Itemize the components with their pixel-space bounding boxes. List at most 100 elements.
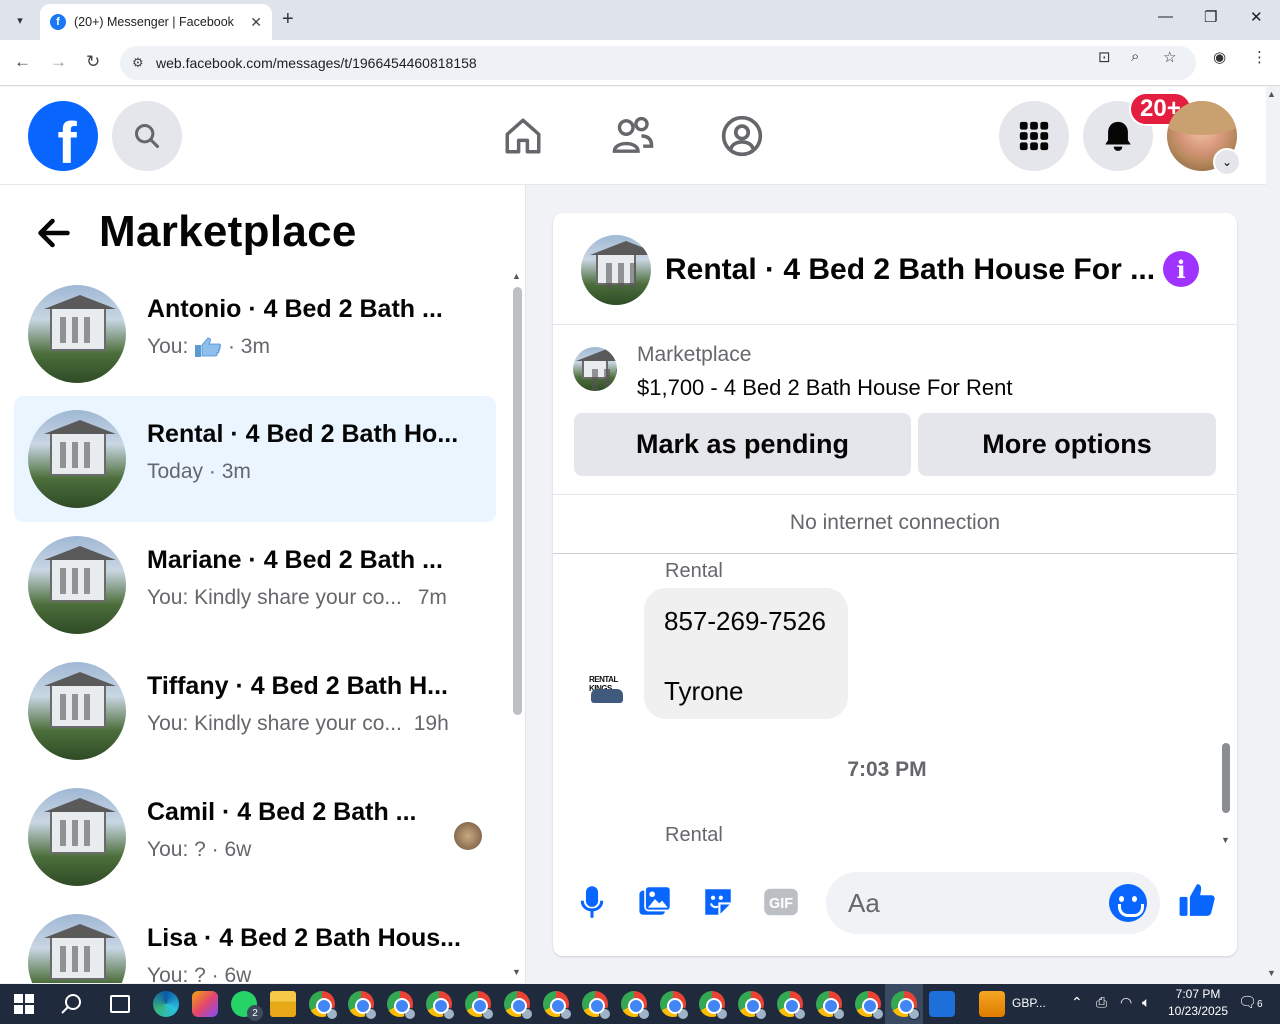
- conversation-item[interactable]: Camil · 4 Bed 2 Bath ... You: ? · 6w: [14, 774, 496, 900]
- back-icon[interactable]: ←: [14, 52, 31, 72]
- chrome-icon[interactable]: [699, 991, 728, 1020]
- chrome-icon-active[interactable]: [891, 991, 920, 1020]
- conversation-item[interactable]: Lisa · 4 Bed 2 Bath Hous... You: ? · 6w: [14, 900, 496, 983]
- media-player-icon[interactable]: [929, 991, 955, 1017]
- friends-icon[interactable]: [609, 112, 657, 160]
- clock-date: 10/23/2025: [1167, 1004, 1229, 1018]
- info-icon[interactable]: i: [1163, 251, 1199, 287]
- list-scroll-up-icon[interactable]: ▲: [512, 271, 521, 281]
- install-app-icon[interactable]: ⊡: [1098, 48, 1111, 66]
- divider: [553, 494, 1237, 495]
- edge-icon[interactable]: [153, 991, 179, 1017]
- chrome-icon[interactable]: [426, 991, 455, 1020]
- site-info-icon[interactable]: ⚙: [132, 55, 144, 71]
- mark-as-pending-button[interactable]: Mark as pending: [574, 413, 911, 476]
- facebook-header: f 20+ ⌄: [0, 87, 1266, 185]
- task-view-icon[interactable]: [110, 995, 130, 1013]
- listing-thumbnail: [28, 662, 126, 760]
- message-bubble[interactable]: 857-269-7526 Tyrone: [644, 588, 848, 719]
- conversation-preview: You: ? · 6w: [147, 964, 251, 983]
- copilot-icon[interactable]: [192, 991, 218, 1017]
- home-icon[interactable]: [499, 112, 547, 160]
- conversation-item[interactable]: Tiffany · 4 Bed 2 Bath H... You: Kindly …: [14, 648, 496, 774]
- facebook-logo[interactable]: f: [28, 101, 98, 171]
- wifi-icon[interactable]: ◠: [1120, 994, 1132, 1011]
- list-scroll-down-icon[interactable]: ▼: [512, 967, 521, 977]
- account-chevron-down-icon[interactable]: ⌄: [1213, 148, 1241, 176]
- chrome-icon[interactable]: [543, 991, 572, 1020]
- currency-app-icon[interactable]: [979, 991, 1005, 1017]
- page-scroll-up-icon[interactable]: ▲: [1267, 89, 1276, 99]
- url-bar[interactable]: ⚙ web.facebook.com/messages/t/1966454460…: [120, 46, 1196, 80]
- emoji-icon[interactable]: [1109, 884, 1147, 922]
- reload-icon[interactable]: ↻: [86, 52, 100, 72]
- gif-icon[interactable]: GIF: [761, 882, 801, 922]
- chat-scrollbar[interactable]: [1222, 743, 1230, 813]
- message-composer: GIF Aa: [553, 868, 1237, 956]
- preview-text: You: ?: [147, 838, 206, 861]
- more-options-button[interactable]: More options: [918, 413, 1216, 476]
- photo-icon[interactable]: [635, 882, 675, 922]
- chrome-icon[interactable]: [348, 991, 377, 1020]
- conversation-item-active[interactable]: Rental · 4 Bed 2 Bath Ho... Today · 3m: [14, 396, 496, 522]
- chat-title[interactable]: Rental · 4 Bed 2 Bath House For ...: [665, 253, 1155, 287]
- back-arrow-icon[interactable]: [36, 215, 72, 260]
- search-icon[interactable]: [112, 101, 182, 171]
- chrome-icon[interactable]: [621, 991, 650, 1020]
- conversation-preview: You: ? · 6w: [147, 838, 251, 862]
- whatsapp-badge: 2: [247, 1005, 263, 1021]
- chrome-icon[interactable]: [855, 991, 884, 1020]
- chrome-icon[interactable]: [660, 991, 689, 1020]
- clock[interactable]: 7:07 PM 10/23/2025: [1166, 987, 1230, 1018]
- chrome-icon[interactable]: [777, 991, 806, 1020]
- restore-icon[interactable]: ❐: [1204, 8, 1217, 26]
- tab-close-icon[interactable]: ✕: [250, 14, 262, 31]
- tab-search-icon[interactable]: ▾: [8, 8, 32, 32]
- chrome-icon[interactable]: [816, 991, 845, 1020]
- whatsapp-icon[interactable]: 2: [231, 991, 263, 1021]
- chrome-icon[interactable]: [387, 991, 416, 1020]
- chrome-icon[interactable]: [309, 991, 338, 1020]
- message-line: 857-269-7526: [664, 606, 826, 636]
- profile-icon[interactable]: ◉: [1213, 48, 1226, 66]
- microphone-icon[interactable]: [572, 882, 612, 922]
- minimize-icon[interactable]: —: [1158, 8, 1173, 25]
- notification-center-icon[interactable]: 🗨︎6: [1238, 993, 1263, 1011]
- clock-time: 7:07 PM: [1175, 987, 1221, 1001]
- taskbar-app-label[interactable]: GBP...: [1012, 996, 1046, 1010]
- list-scrollbar[interactable]: [513, 287, 522, 715]
- sender-avatar[interactable]: RENTAL KINGS: [587, 675, 627, 707]
- conversation-item[interactable]: Antonio · 4 Bed 2 Bath ... You: · 3m: [14, 271, 496, 397]
- conversation-item[interactable]: Mariane · 4 Bed 2 Bath ... You: Kindly s…: [14, 522, 496, 648]
- windows-start-icon[interactable]: [14, 994, 34, 1019]
- preview-prefix: You:: [147, 335, 189, 358]
- conversation-time: · 3m: [227, 335, 270, 358]
- like-send-icon[interactable]: [1177, 880, 1217, 920]
- tray-expand-icon[interactable]: ⌃: [1071, 994, 1083, 1011]
- listing-title[interactable]: $1,700 - 4 Bed 2 Bath House For Rent: [637, 375, 1012, 401]
- forward-icon[interactable]: →: [50, 52, 67, 72]
- page-scroll-down-icon[interactable]: ▼: [1267, 968, 1276, 978]
- browser-tab[interactable]: f (20+) Messenger | Facebook ✕: [40, 4, 272, 40]
- marketplace-listing-thumbnail[interactable]: [573, 347, 617, 391]
- zoom-icon[interactable]: ⌕: [1131, 48, 1139, 65]
- chat-scroll-down-icon[interactable]: ▼: [1221, 835, 1230, 845]
- conversation-preview: Today · 3m: [147, 460, 251, 484]
- taskbar-search-icon[interactable]: [60, 992, 84, 1021]
- sticker-icon[interactable]: [698, 882, 738, 922]
- browser-menu-icon[interactable]: ⋮: [1252, 48, 1267, 66]
- chrome-icon[interactable]: [582, 991, 611, 1020]
- new-tab-icon[interactable]: +: [282, 8, 294, 31]
- chrome-icon[interactable]: [465, 991, 494, 1020]
- seen-avatar: [454, 822, 482, 850]
- network-device-icon[interactable]: ⎙: [1096, 994, 1107, 1011]
- window-close-icon[interactable]: ✕: [1250, 8, 1263, 26]
- menu-grid-icon[interactable]: [999, 101, 1069, 171]
- chat-listing-thumbnail[interactable]: [581, 235, 651, 305]
- chrome-icon[interactable]: [738, 991, 767, 1020]
- bookmark-star-icon[interactable]: ☆: [1163, 48, 1176, 66]
- volume-icon[interactable]: 🔈︎: [1142, 994, 1150, 1011]
- chrome-icon[interactable]: [504, 991, 533, 1020]
- file-explorer-icon[interactable]: [270, 991, 296, 1017]
- groups-icon[interactable]: [718, 112, 766, 160]
